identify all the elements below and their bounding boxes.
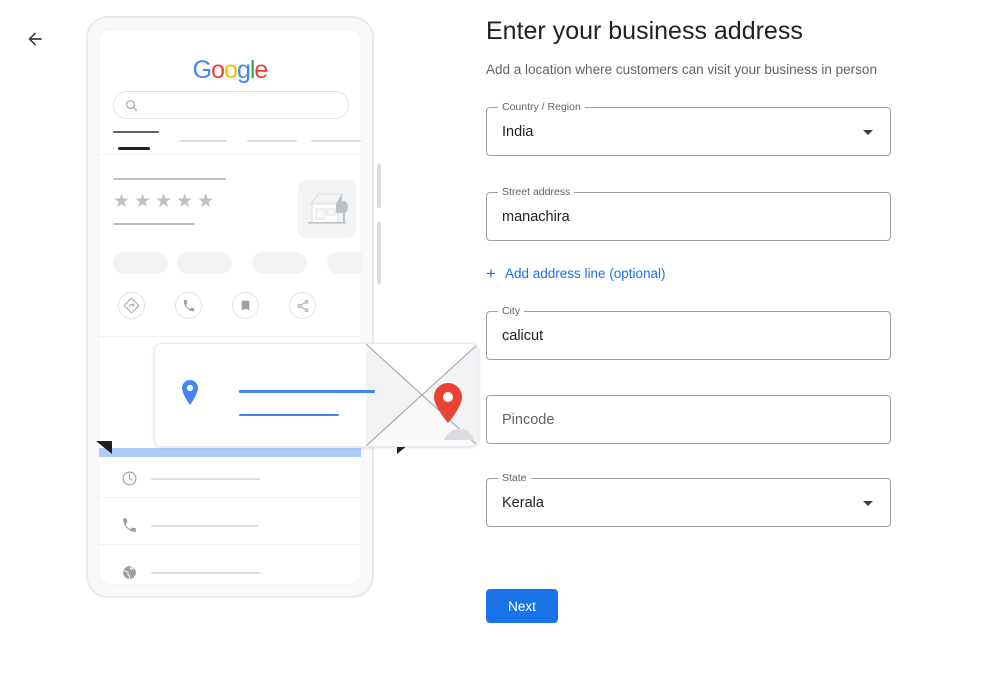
tab-placeholder-2[interactable] <box>179 140 227 142</box>
google-logo: Google <box>192 56 269 84</box>
action-call[interactable] <box>175 292 202 319</box>
tab-placeholder-3[interactable] <box>247 140 297 142</box>
search-icon <box>124 98 139 118</box>
card-shadow-left <box>96 441 112 454</box>
city-field[interactable]: City calicut <box>486 305 891 361</box>
phone-side-button-1 <box>377 164 381 208</box>
phone-side-button-2 <box>377 222 381 284</box>
map-pin-icon <box>180 379 200 412</box>
page-subtitle: Add a location where customers can visit… <box>486 62 877 78</box>
directions-icon <box>124 298 139 313</box>
overlay-line-2 <box>239 414 339 416</box>
chip-1[interactable] <box>113 252 168 274</box>
city-value: calicut <box>502 327 544 344</box>
arrow-left-icon <box>28 32 42 46</box>
phone-illustration: Google ★★★★★ <box>86 16 479 598</box>
address-form: Enter your business address Add a locati… <box>486 16 891 624</box>
storefront-icon <box>308 193 348 224</box>
plus-icon: + <box>486 264 496 284</box>
chevron-down-icon[interactable] <box>863 129 873 135</box>
next-button[interactable]: Next <box>486 589 558 624</box>
state-field[interactable]: State Kerala <box>486 472 891 528</box>
tab-active-indicator <box>118 147 150 150</box>
business-category-placeholder <box>113 223 195 225</box>
action-share[interactable] <box>289 292 316 319</box>
chip-4[interactable] <box>327 252 361 274</box>
chip-2[interactable] <box>177 252 232 274</box>
back-button[interactable] <box>18 22 52 56</box>
hours-placeholder <box>151 478 260 480</box>
page-title: Enter your business address <box>486 17 803 45</box>
phone-screen: Google ★★★★★ <box>98 29 362 585</box>
divider-tabs <box>99 154 361 155</box>
action-save[interactable] <box>232 292 259 319</box>
action-directions[interactable] <box>118 292 145 319</box>
tab-placeholder-1[interactable] <box>113 131 159 133</box>
share-icon <box>297 299 308 312</box>
business-name-placeholder <box>113 178 226 180</box>
clock-icon <box>121 470 138 492</box>
rating-stars: ★★★★★ <box>113 191 219 212</box>
chip-3[interactable] <box>252 252 307 274</box>
street-address-value: manachira <box>502 208 570 225</box>
pincode-field[interactable]: Pincode <box>486 395 891 445</box>
highlight-bar <box>99 448 361 457</box>
state-value: Kerala <box>502 494 544 511</box>
street-address-field[interactable]: Street address manachira <box>486 186 891 242</box>
phone-placeholder <box>151 525 258 527</box>
phone-icon <box>183 299 194 311</box>
phone-icon <box>121 517 138 539</box>
country-region-value: India <box>502 123 534 140</box>
divider-row-1 <box>99 497 361 498</box>
add-address-line-label: Add address line (optional) <box>504 266 666 282</box>
chevron-down-icon[interactable] <box>863 500 873 506</box>
business-photo-thumbnail <box>298 180 356 238</box>
overlay-line-1 <box>239 390 375 393</box>
pincode-placeholder: Pincode <box>502 411 555 428</box>
divider-row-2 <box>99 544 361 545</box>
search-bar[interactable] <box>113 91 349 119</box>
add-address-line-button[interactable]: + Add address line (optional) <box>486 265 666 282</box>
divider-actions <box>99 336 361 337</box>
address-overlay-card <box>154 343 479 447</box>
country-region-field[interactable]: Country / Region India <box>486 101 891 157</box>
page-root: Google ★★★★★ Enter your business address… <box>0 0 997 675</box>
tab-placeholder-4[interactable] <box>311 140 361 142</box>
map-marker-icon <box>432 382 464 429</box>
globe-icon <box>121 564 138 584</box>
bookmark-icon <box>241 300 250 311</box>
website-placeholder <box>151 572 261 574</box>
